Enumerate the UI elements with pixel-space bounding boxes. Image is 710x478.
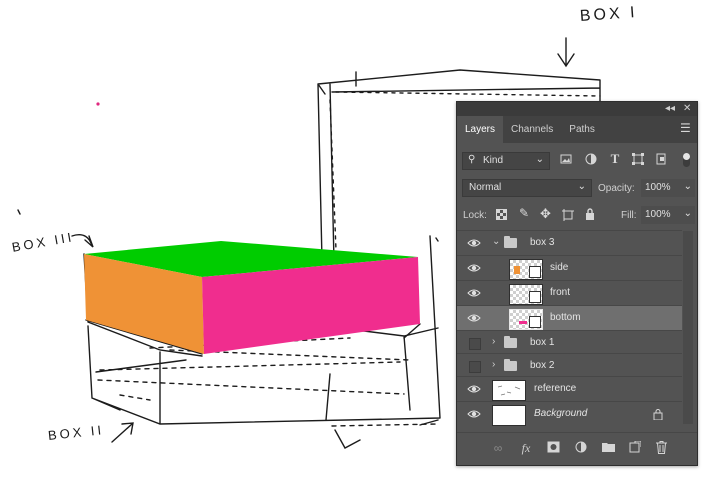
- fill-value: 100%: [645, 209, 671, 220]
- layer-row-box-3[interactable]: ⌄ box 3: [457, 230, 682, 256]
- pixel-filter-icon[interactable]: [560, 153, 572, 165]
- layers-list: ⌄ box 3 side front bottom › box 1 › box …: [457, 230, 683, 430]
- lock-label: Lock:: [463, 210, 487, 221]
- layer-name: box 2: [530, 360, 555, 371]
- layer-thumbnail: [492, 380, 526, 401]
- blend-row: Normal ⌄ Opacity: 100% ⌄: [457, 176, 697, 200]
- filter-row: ⚲ Kind ⌄ T: [457, 149, 697, 173]
- adjustment-layer-icon[interactable]: [574, 441, 588, 455]
- search-icon: ⚲: [468, 154, 476, 165]
- adjustment-filter-icon[interactable]: [585, 153, 597, 165]
- fill-label: Fill:: [621, 210, 637, 221]
- lock-pixels-icon[interactable]: ✎: [518, 206, 530, 220]
- chevron-right-icon[interactable]: ›: [492, 336, 495, 347]
- chevron-down-icon[interactable]: ⌄: [492, 236, 500, 247]
- opacity-label: Opacity:: [598, 183, 635, 194]
- blend-mode-value: Normal: [469, 182, 502, 193]
- layer-name: box 1: [530, 337, 555, 348]
- opacity-value: 100%: [645, 182, 671, 193]
- kind-filter-dropdown[interactable]: ⚲ Kind ⌄: [462, 152, 550, 170]
- kind-filter-label: Kind: [483, 155, 504, 166]
- arrow-box2: [111, 422, 134, 443]
- chevron-down-icon: ⌄: [577, 181, 586, 192]
- link-layers-icon[interactable]: ∞: [491, 441, 505, 455]
- tab-layers[interactable]: Layers: [457, 116, 504, 143]
- lock-position-icon[interactable]: ✥: [539, 206, 552, 222]
- layers-panel: ◂◂ ✕ Layers Channels Paths ☰ ⚲ Kind ⌄ T: [456, 101, 698, 466]
- layer-name: Background: [534, 408, 588, 419]
- fx-icon[interactable]: fx: [519, 441, 533, 455]
- layer-thumbnail: [509, 309, 543, 330]
- layer-name: side: [550, 262, 569, 273]
- smart-object-badge-icon: [529, 291, 541, 303]
- chevron-down-icon: ⌄: [535, 154, 544, 165]
- eye-icon[interactable]: [467, 383, 481, 395]
- lock-all-icon[interactable]: [584, 208, 596, 220]
- layer-name: bottom: [550, 312, 581, 323]
- layer-row-side[interactable]: side: [457, 255, 682, 281]
- layers-scrollbar[interactable]: [683, 231, 693, 424]
- folder-icon: [504, 359, 517, 371]
- delete-layer-icon[interactable]: [654, 441, 668, 455]
- layer-thumbnail: [492, 405, 526, 426]
- opacity-input[interactable]: 100% ⌄: [641, 179, 695, 197]
- new-layer-icon[interactable]: [628, 440, 642, 455]
- panel-tabs: Layers Channels Paths ☰: [457, 116, 697, 143]
- shape-filter-icon[interactable]: [632, 153, 644, 165]
- layer-row-background[interactable]: Background: [457, 401, 682, 427]
- eye-icon[interactable]: [467, 237, 481, 249]
- new-group-icon[interactable]: [601, 441, 615, 455]
- blend-mode-dropdown[interactable]: Normal ⌄: [462, 179, 592, 197]
- layer-row-box-1[interactable]: › box 1: [457, 330, 682, 354]
- layer-name: front: [550, 287, 571, 298]
- lock-icon: [653, 409, 663, 420]
- double-chevron-icon[interactable]: ◂◂: [665, 102, 675, 116]
- layer-thumbnail: [509, 284, 543, 305]
- smart-object-badge-icon: [529, 316, 541, 328]
- tab-channels[interactable]: Channels: [503, 116, 561, 143]
- add-mask-icon[interactable]: [546, 441, 560, 455]
- sketch-marks: [17, 209, 439, 242]
- folder-icon: [504, 236, 517, 248]
- arrow-box1: [557, 37, 575, 68]
- pink-dot: [96, 102, 100, 106]
- chevron-down-icon: ⌄: [683, 208, 692, 219]
- layer-row-bottom[interactable]: bottom: [457, 305, 682, 331]
- eye-icon[interactable]: [467, 312, 481, 324]
- lock-transparent-icon[interactable]: [496, 209, 507, 220]
- fill-input[interactable]: 100% ⌄: [641, 206, 695, 224]
- filter-toggle-icon[interactable]: [683, 153, 690, 167]
- folder-icon: [504, 336, 517, 348]
- eye-icon[interactable]: [467, 262, 481, 274]
- layer-name: box 3: [530, 237, 555, 248]
- eye-icon[interactable]: [467, 287, 481, 299]
- type-filter-icon[interactable]: T: [609, 151, 621, 167]
- visibility-toggle[interactable]: [469, 338, 481, 350]
- layer-row-box-2[interactable]: › box 2: [457, 353, 682, 377]
- layer-thumbnail: [509, 259, 543, 280]
- close-icon[interactable]: ✕: [683, 102, 691, 116]
- layers-bottom-toolbar: ∞ fx: [457, 432, 697, 466]
- lock-artboard-icon[interactable]: [562, 209, 574, 221]
- lock-row: Lock: ✎ ✥ Fill: 100% ⌄: [457, 203, 697, 227]
- smart-object-badge-icon: [529, 266, 541, 278]
- panel-menu-icon[interactable]: ☰: [680, 121, 691, 135]
- layer-row-front[interactable]: front: [457, 280, 682, 306]
- layer-row-reference[interactable]: reference: [457, 376, 682, 402]
- layer-name: reference: [534, 383, 577, 394]
- chevron-down-icon: ⌄: [683, 181, 692, 192]
- visibility-toggle[interactable]: [469, 361, 481, 373]
- eye-icon[interactable]: [467, 408, 481, 420]
- sketch-box2-dashed: [97, 337, 439, 427]
- panel-title-bar[interactable]: ◂◂ ✕: [457, 102, 697, 116]
- tab-paths[interactable]: Paths: [561, 116, 603, 143]
- arrow-box3: [71, 234, 94, 248]
- smart-object-filter-icon[interactable]: [655, 153, 667, 165]
- chevron-right-icon[interactable]: ›: [492, 359, 495, 370]
